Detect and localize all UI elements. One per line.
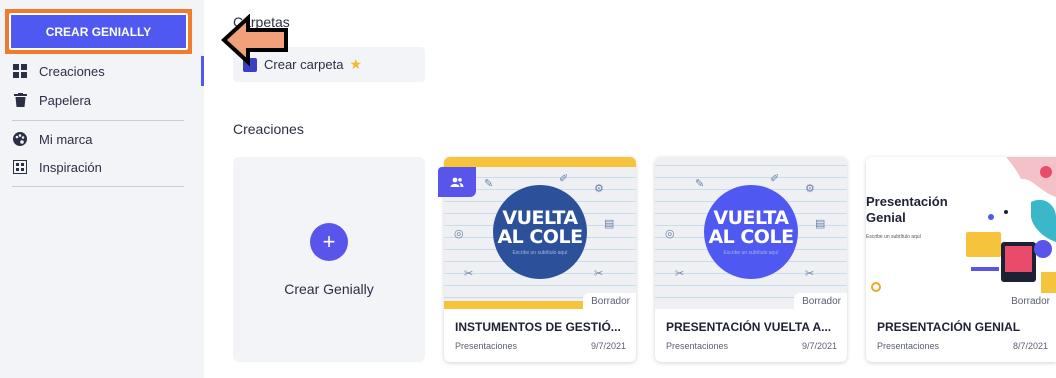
card-type: Presentaciones xyxy=(877,341,940,351)
sidebar-item-mi-marca[interactable]: Mi marca xyxy=(12,129,92,149)
creation-card[interactable]: Presentación Genial Escribe un subtítulo… xyxy=(866,157,1056,362)
sidebar-item-inspiracion[interactable]: Inspiración xyxy=(12,157,102,177)
plus-icon: + xyxy=(310,223,348,261)
card-type: Presentaciones xyxy=(455,341,518,351)
thumbnail-title: VUELTA AL COLE xyxy=(708,206,794,248)
pointer-arrow-icon xyxy=(221,14,288,66)
status-badge: Borrador xyxy=(583,293,636,309)
card-date: 9/7/2021 xyxy=(590,341,626,351)
grid-icon xyxy=(12,63,28,79)
creation-card[interactable]: ✎ ✐ ⚙ ◎ ▤ ✂ ✂ VUELTA AL COLE Escribe un … xyxy=(655,157,847,362)
sidebar-item-label: Inspiración xyxy=(39,159,102,175)
illustration-graphic xyxy=(966,157,1056,297)
card-thumbnail: ✎ ✐ ⚙ ◎ ▤ ✂ ✂ VUELTA AL COLE Escribe un … xyxy=(655,157,847,309)
active-indicator xyxy=(201,56,204,86)
create-card-label: Crear Genially xyxy=(284,281,374,297)
card-title: INSTUMENTOS DE GESTIÓ... xyxy=(455,320,621,334)
card-type: Presentaciones xyxy=(666,341,729,351)
card-thumbnail: Presentación Genial Escribe un subtítulo… xyxy=(866,157,1056,309)
thumbnail-subtitle: Escribe un subtítulo aquí xyxy=(512,249,568,256)
trash-icon xyxy=(12,92,28,108)
card-date: 8/7/2021 xyxy=(1012,341,1048,351)
palette-icon xyxy=(12,131,28,147)
sidebar-item-label: Creaciones xyxy=(39,63,105,79)
divider xyxy=(12,120,184,121)
sidebar-item-label: Papelera xyxy=(39,92,92,108)
card-title: PRESENTACIÓN GENIAL xyxy=(877,320,1021,334)
card-title: PRESENTACIÓN VUELTA A... xyxy=(666,320,832,334)
creations-title: Creaciones xyxy=(233,121,304,137)
sidebar-item-label: Mi marca xyxy=(39,131,93,147)
sidebar-item-papelera[interactable]: Papelera xyxy=(12,90,91,110)
status-badge: Borrador xyxy=(1003,293,1056,309)
status-badge: Borrador xyxy=(794,293,847,309)
shared-icon xyxy=(438,167,476,197)
inspiration-icon xyxy=(12,159,28,175)
sidebar-item-creaciones[interactable]: Creaciones xyxy=(12,61,105,81)
card-date: 9/7/2021 xyxy=(801,341,837,351)
sidebar: CREAR GENIALLY Creaciones Papelera Mi ma… xyxy=(0,0,204,378)
thumbnail-subtitle: Escribe un subtítulo aquí xyxy=(866,234,922,240)
circle-decoration-icon xyxy=(871,282,881,292)
thumbnail-subtitle: Escribe un subtítulo aquí xyxy=(723,249,779,256)
thumbnail-title: Presentación Genial xyxy=(866,194,948,225)
thumbnail-title: VUELTA AL COLE xyxy=(497,206,583,248)
highlight-frame: CREAR GENIALLY xyxy=(5,9,192,54)
create-genially-card[interactable]: + Crear Genially xyxy=(233,157,425,362)
star-icon: ★ xyxy=(349,56,363,72)
divider xyxy=(12,186,184,187)
create-genially-button[interactable]: CREAR GENIALLY xyxy=(9,13,188,50)
